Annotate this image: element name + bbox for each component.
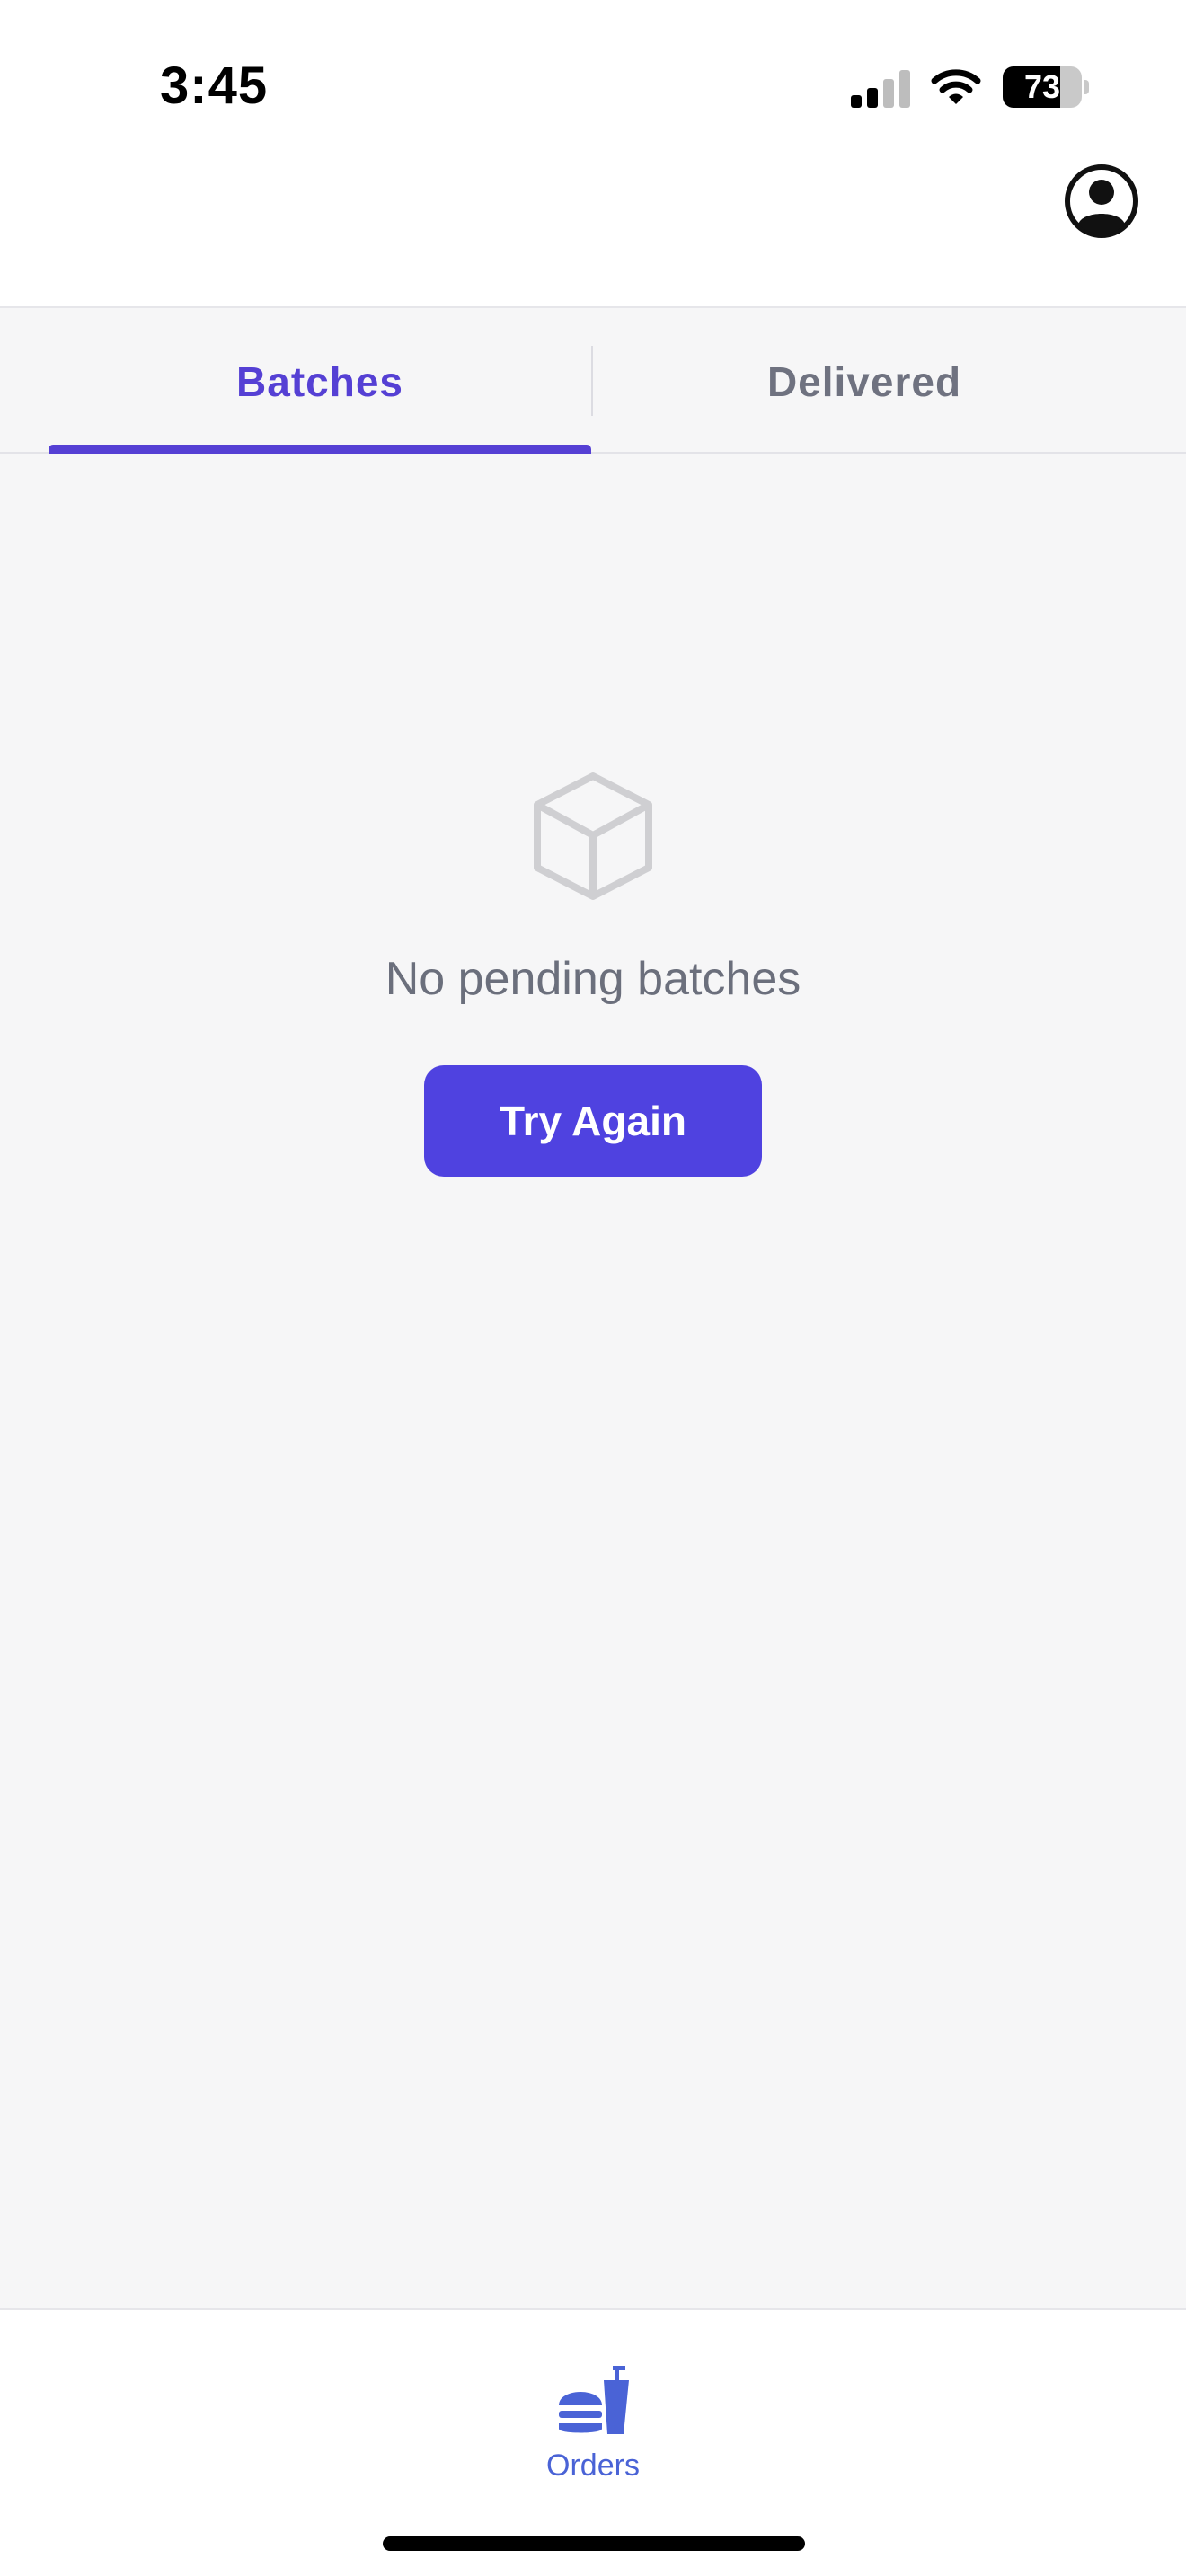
nav-item-label: Orders (546, 2448, 640, 2483)
active-tab-indicator (49, 445, 591, 454)
tab-delivered[interactable]: Delivered (593, 310, 1136, 454)
empty-state-message: No pending batches (385, 953, 801, 1005)
wifi-icon (931, 69, 981, 104)
battery-body: 73 (1003, 66, 1082, 108)
orders-screen: 3:45 73 Batches Delivered No pending bat… (0, 0, 1186, 2576)
food-icon (559, 2366, 629, 2434)
battery-percent: 73 (1023, 68, 1061, 105)
bottom-tab-bar: Orders (0, 2308, 1186, 2576)
status-time: 3:45 (160, 57, 269, 115)
try-again-button[interactable]: Try Again (424, 1065, 762, 1177)
cellular-signal-icon (851, 70, 910, 108)
home-indicator[interactable] (383, 2536, 805, 2551)
user-circle-icon[interactable] (1064, 163, 1139, 239)
cube-icon (534, 772, 652, 900)
top-header: 3:45 73 (0, 0, 1186, 308)
tab-batches[interactable]: Batches (49, 310, 591, 454)
segment-tabs: Batches Delivered (0, 310, 1186, 454)
battery-tip (1084, 80, 1089, 94)
nav-item-orders[interactable]: Orders (503, 2364, 683, 2490)
battery-indicator: 73 (1003, 66, 1089, 108)
